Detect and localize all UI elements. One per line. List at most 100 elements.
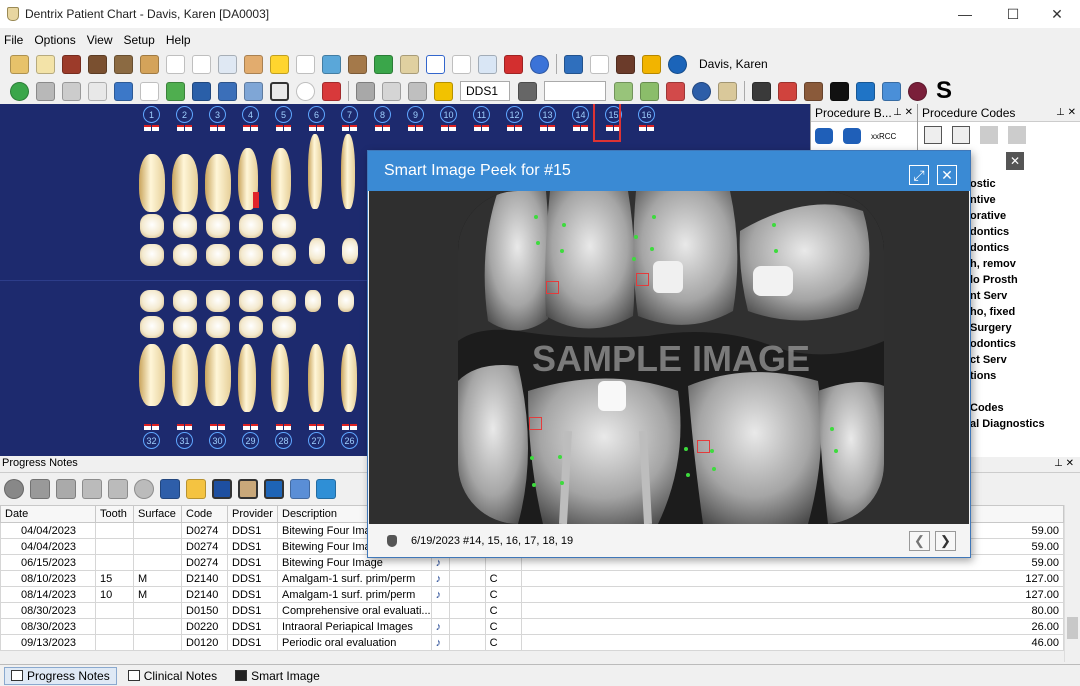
incisal-view-7[interactable] [342,238,358,264]
occlusal-view-4[interactable] [239,214,263,238]
panorama-icon[interactable] [244,81,263,101]
procedure-category-item[interactable]: dontics [970,226,1009,238]
pencil-gray-icon[interactable] [1008,126,1026,144]
teeth-view-icon[interactable] [36,81,55,101]
lower-tooth-28[interactable] [271,344,289,412]
col-surface[interactable]: Surface [133,505,182,523]
settings-wheel-icon[interactable] [908,81,927,101]
tooth-number-32[interactable]: 32 [143,432,160,449]
upper-tooth-6[interactable] [308,134,322,209]
money-icon[interactable] [374,54,393,74]
procedure-category-item[interactable]: Surgery [970,322,1012,334]
tooth-number-11[interactable]: 11 [473,106,490,123]
menu-options[interactable]: Options [34,33,75,47]
procedure-category-item[interactable]: Codes [970,402,1004,414]
lower-crown-30[interactable] [206,290,230,312]
lower-tooth-31[interactable] [172,344,198,406]
facial-view-5[interactable] [272,244,296,266]
ellipse-icon[interactable] [296,81,315,101]
lower-crown-31[interactable] [173,290,197,312]
notes-icon[interactable] [244,54,263,74]
card-icon[interactable] [166,54,185,74]
procedure-category-item[interactable]: odontics [970,338,1016,350]
table-row[interactable]: 09/13/2023 D0120 DDS1 Periodic oral evaluat… [0,634,1065,651]
facial-view-4[interactable] [239,244,263,266]
family-file-icon[interactable] [36,54,55,74]
pen-icon[interactable] [140,54,159,74]
list-view-icon[interactable] [924,126,942,144]
pill-icon[interactable] [134,479,154,499]
tooth-number-4[interactable]: 4 [242,106,259,123]
upper-tooth-2[interactable] [172,154,198,212]
brush-icon[interactable] [166,81,185,101]
tooth-number-27[interactable]: 27 [308,432,325,449]
col-date[interactable]: Date [0,505,96,523]
lower-crown-28[interactable] [272,290,296,312]
pin-icon[interactable]: ⊥ ✕ [893,107,913,118]
table-row[interactable]: 08/14/2023 10 M D2140 DDS1 Amalgam-1 surf. pr… [0,586,1065,603]
caries-marker[interactable] [529,417,542,430]
clear-search-button[interactable]: ✕ [1006,152,1024,170]
lower-tooth-30[interactable] [205,344,231,406]
complete-check-icon[interactable] [4,479,24,499]
maximize-button[interactable]: ☐ [990,0,1036,28]
next-image-button[interactable]: ❯ [935,531,956,551]
procedure-category-item[interactable]: nt Serv [970,290,1007,302]
patient-photo-icon[interactable] [616,54,635,74]
filter-rx-icon[interactable] [316,479,336,499]
tooth-number-2[interactable]: 2 [176,106,193,123]
print-gray-icon[interactable] [82,479,102,499]
detail-view-icon[interactable] [952,126,970,144]
occlusal-view-2[interactable] [173,214,197,238]
tooth-number-13[interactable]: 13 [539,106,556,123]
tooth-number-28[interactable]: 28 [275,432,292,449]
col-provider[interactable]: Provider [227,505,278,523]
printer-icon[interactable] [62,81,81,101]
note-icon[interactable]: ♪ [430,586,450,603]
syringe-icon[interactable] [356,81,375,101]
note-icon[interactable]: ♪ [430,634,450,651]
xxrcc-button[interactable]: xxRCC [871,132,896,141]
tooth-number-5[interactable]: 5 [275,106,292,123]
procedure-category-item[interactable]: ostic [970,178,996,190]
tab-clinical-notes[interactable]: Clinical Notes [121,667,224,685]
procedure-category-item[interactable]: al Diagnostics [970,418,1045,430]
caries-marker[interactable] [636,273,649,286]
note-icon[interactable] [430,602,450,619]
filter-documents-icon[interactable] [238,479,258,499]
note-icon[interactable]: ♪ [430,618,450,635]
previous-image-button[interactable]: ❮ [909,531,930,551]
import-icon[interactable] [160,479,180,499]
file-icon[interactable] [718,81,737,101]
scan-icon[interactable] [752,81,771,101]
patient-name-field[interactable]: Davis, Karen [694,54,854,74]
mouth-icon[interactable] [322,81,341,101]
lab-icon[interactable] [322,54,341,74]
document-edit-icon[interactable] [478,54,497,74]
tab-progress-notes[interactable]: Progress Notes [4,666,117,685]
tooth-number-14[interactable]: 14 [572,106,589,123]
lower-crown-29[interactable] [239,290,263,312]
tools-icon[interactable] [56,479,76,499]
glasses-icon[interactable] [400,54,419,74]
tooth-number-12[interactable]: 12 [506,106,523,123]
facial-view-1[interactable] [140,244,164,266]
occlusal-view-5[interactable] [272,214,296,238]
lower-occlusal-28[interactable] [272,316,296,338]
procedure-category-item[interactable]: lo Prosth [970,274,1018,286]
chat-icon[interactable] [530,54,549,74]
probe-icon[interactable] [140,81,159,101]
caries-marker[interactable] [546,281,559,294]
chart-grid-icon[interactable] [270,81,289,101]
pencil-icon[interactable] [518,81,537,101]
expand-icon[interactable]: ⤢ [909,165,929,185]
filter-procedures-icon[interactable] [186,479,206,499]
monitor-icon[interactable] [114,81,133,101]
treatment-icon[interactable] [666,81,685,101]
tooth-number-30[interactable]: 30 [209,432,226,449]
hand-gray-icon[interactable] [108,479,128,499]
tooth-number-9[interactable]: 9 [407,106,424,123]
procedure-category-item[interactable]: ntive [970,194,996,206]
info-icon[interactable] [668,54,687,74]
tooth-number-7[interactable]: 7 [341,106,358,123]
